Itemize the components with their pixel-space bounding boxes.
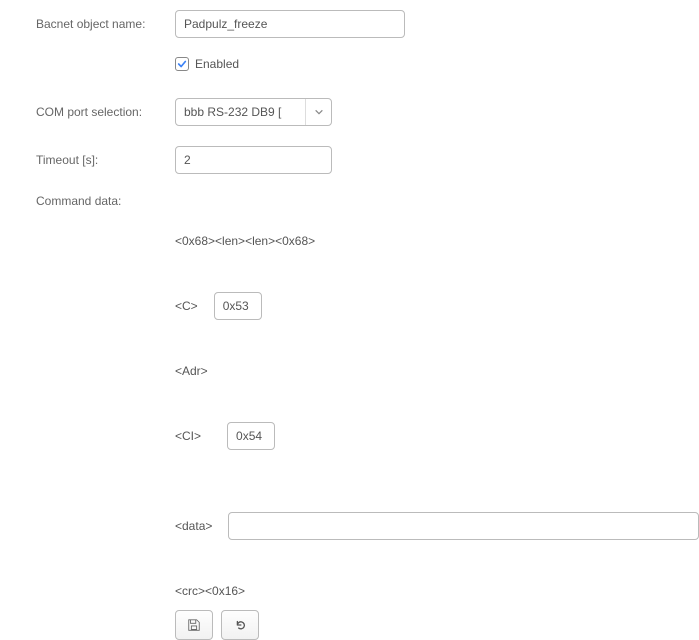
check-icon (177, 59, 187, 69)
data-field-input[interactable] (228, 512, 699, 540)
com-port-select[interactable]: bbb RS-232 DB9 [ (175, 98, 332, 126)
bacnet-name-input[interactable] (175, 10, 405, 38)
command-data-label: Command data: (0, 194, 175, 208)
undo-icon (233, 618, 247, 632)
enabled-label: Enabled (195, 57, 239, 71)
reset-button[interactable] (221, 610, 259, 640)
ci-field-label: <CI> (175, 429, 201, 443)
bacnet-name-label: Bacnet object name: (0, 17, 175, 31)
adr-field-label: <Adr> (175, 364, 208, 378)
data-field-label: <data> (175, 519, 212, 533)
save-icon (187, 618, 201, 632)
c-field-input[interactable] (214, 292, 262, 320)
com-port-label: COM port selection: (0, 105, 175, 119)
c-field-label: <C> (175, 299, 198, 313)
command-header-text: <0x68><len><len><0x68> (175, 234, 315, 248)
timeout-label: Timeout [s]: (0, 153, 175, 167)
timeout-input[interactable] (175, 146, 332, 174)
enabled-checkbox[interactable] (175, 57, 189, 71)
crc-field-label: <crc><0x16> (175, 584, 245, 598)
ci-field-input[interactable] (227, 422, 275, 450)
save-button[interactable] (175, 610, 213, 640)
chevron-down-icon[interactable] (305, 99, 331, 125)
com-port-value: bbb RS-232 DB9 [ (176, 99, 305, 125)
